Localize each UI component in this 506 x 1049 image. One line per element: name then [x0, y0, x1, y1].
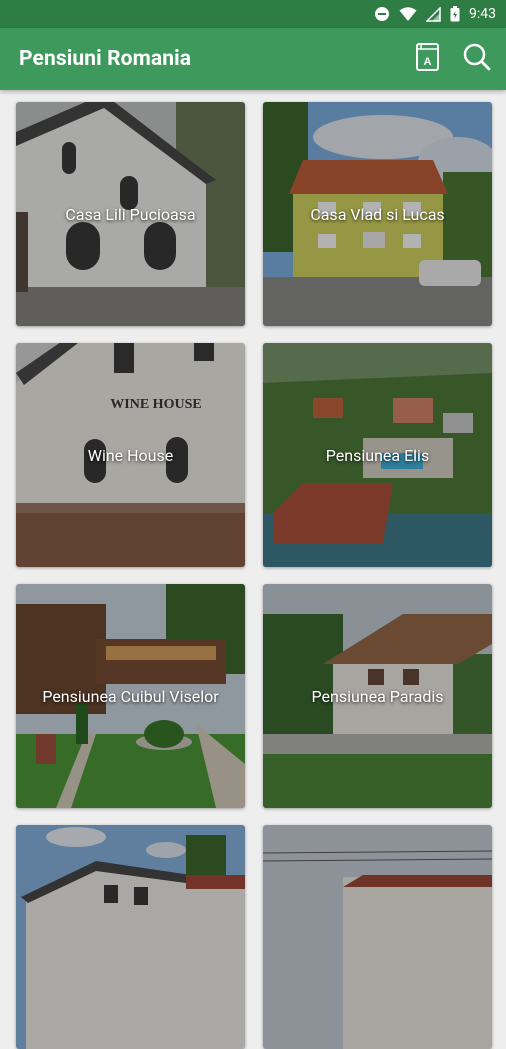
app-title: Pensiuni Romania: [19, 47, 192, 71]
listing-name: Casa Lili Pucioasa: [65, 204, 196, 224]
listing-name: Pensiunea Cuibul Viselor: [42, 686, 219, 706]
status-bar: 9:43: [0, 0, 506, 28]
listing-card[interactable]: Pensiunea Cuibul Viselor: [16, 584, 245, 808]
listing-card[interactable]: Casa Lili Pucioasa: [16, 102, 245, 326]
listing-name: Casa Vlad si Lucas: [310, 204, 445, 224]
search-button[interactable]: [457, 39, 497, 79]
listing-card[interactable]: Pensiunea Paradis: [263, 584, 492, 808]
listing-card[interactable]: Casa Vlad si Lucas: [263, 102, 492, 326]
listing-card[interactable]: [16, 825, 245, 1049]
status-time: 9:43: [469, 6, 496, 22]
listing-card[interactable]: Pensiunea Elis: [263, 343, 492, 567]
signal-icon: [426, 6, 441, 22]
app-bar: Pensiuni Romania A: [0, 28, 506, 90]
listing-name: Pensiunea Paradis: [311, 686, 444, 706]
battery-icon: [450, 6, 460, 22]
search-icon: [462, 42, 492, 76]
translate-button[interactable]: A: [408, 39, 448, 79]
listing-card[interactable]: WINE HOUSE Wine House: [16, 343, 245, 567]
listing-name: [16, 825, 245, 1049]
listing-card[interactable]: [263, 825, 492, 1049]
do-not-disturb-icon: [374, 6, 390, 22]
listing-name: Wine House: [87, 445, 174, 465]
translate-book-icon: A: [415, 42, 441, 76]
listing-name: Pensiunea Elis: [325, 445, 430, 465]
listing-name: [263, 825, 492, 1049]
svg-text:A: A: [424, 56, 432, 68]
wifi-icon: [399, 6, 417, 22]
